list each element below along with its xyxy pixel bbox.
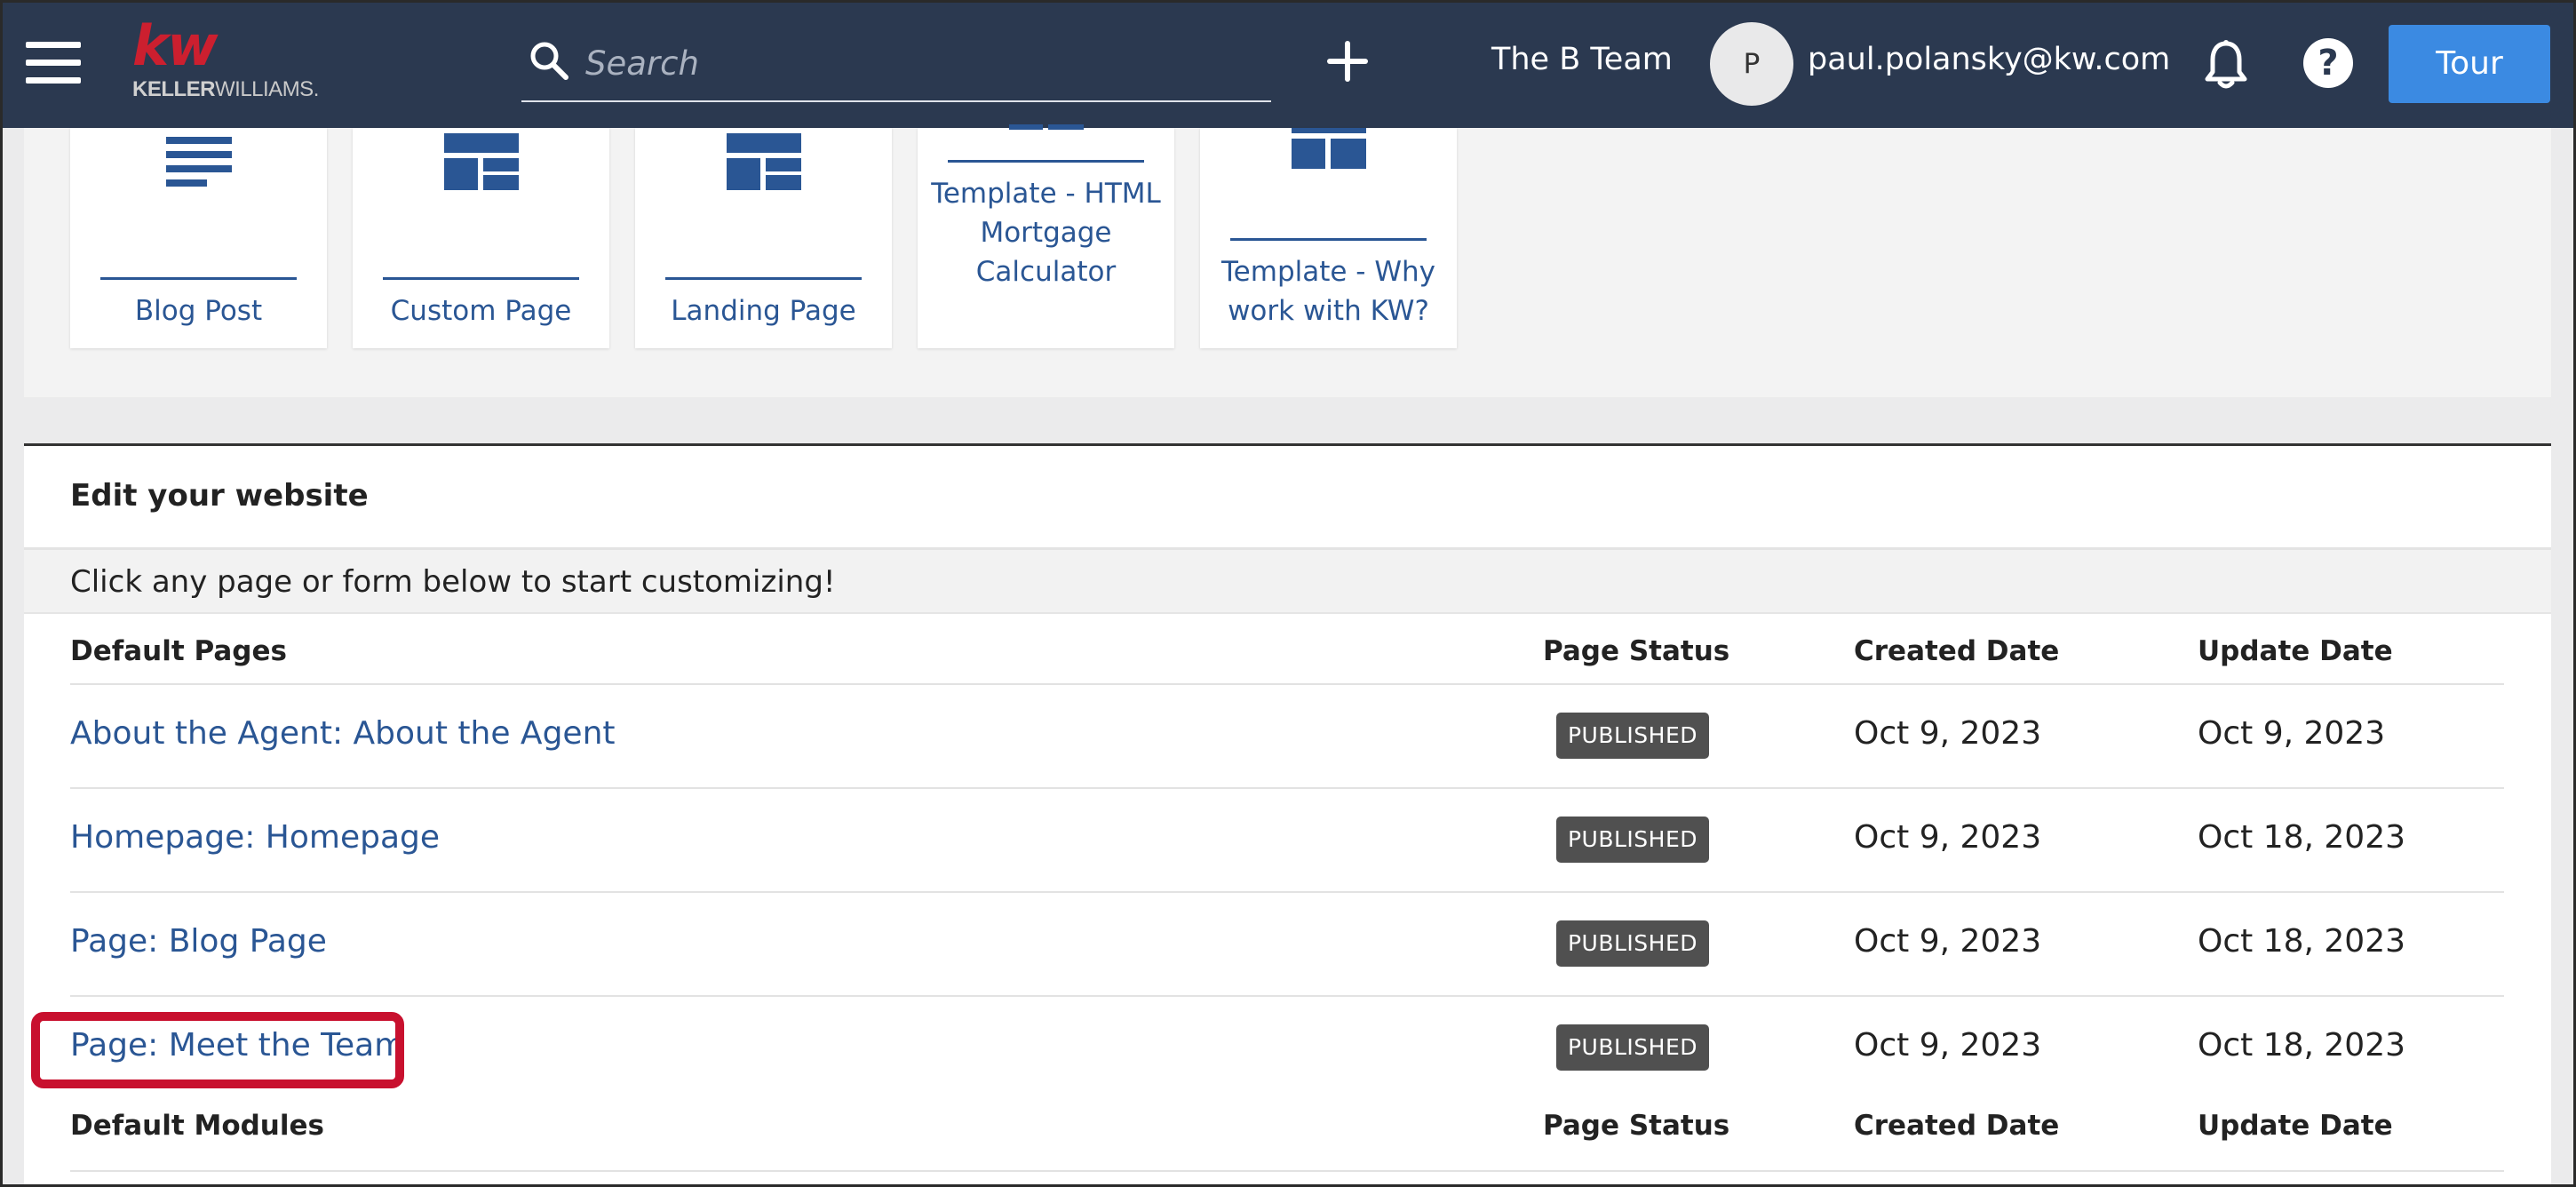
logo-wordmark: KELLERWILLIAMS.	[132, 77, 319, 101]
created-date: Oct 9, 2023	[1854, 923, 2042, 960]
updated-date: Oct 18, 2023	[2198, 923, 2405, 960]
page-link[interactable]: About the Agent: About the Agent	[70, 715, 616, 752]
search-bar	[521, 35, 1271, 102]
template-label: Template - Why work with KW?	[1221, 256, 1435, 327]
templates-panel: Blog Post Custom Page Landing Page Templ…	[24, 124, 2551, 397]
column-header-status[interactable]: Page Status	[1543, 635, 1729, 667]
card-divider	[1230, 238, 1427, 241]
column-header-created[interactable]: Created Date	[1854, 635, 2059, 667]
table-row[interactable]: About the Agent: About the Agent PUBLISH…	[70, 685, 2504, 789]
pages-table-header: Default Pages Page Status Created Date U…	[70, 614, 2504, 685]
template-label: Blog Post	[134, 295, 263, 327]
template-card-why-work-with-kw[interactable]: Template - Why work with KW?	[1200, 128, 1457, 348]
user-email[interactable]: paul.polansky@kw.com	[1808, 42, 2170, 77]
status-badge: PUBLISHED	[1556, 920, 1709, 967]
created-date: Oct 9, 2023	[1854, 715, 2042, 752]
team-switcher[interactable]: The B Team	[1491, 42, 1673, 77]
template-card-custom-page[interactable]: Custom Page	[353, 128, 609, 348]
instruction-banner: Click any page or form below to start cu…	[24, 550, 2551, 614]
column-header-status[interactable]: Page Status	[1543, 1110, 1729, 1142]
card-divider	[100, 277, 297, 280]
help-icon[interactable]: ?	[2303, 38, 2353, 88]
updated-date: Oct 18, 2023	[2198, 819, 2405, 856]
template-label: Custom Page	[390, 295, 572, 327]
table-row[interactable]: Page: Blog Page PUBLISHED Oct 9, 2023 Oc…	[70, 893, 2504, 997]
modules-table-header: Default Modules Page Status Created Date…	[70, 1101, 2504, 1172]
layout-grid-icon	[1291, 128, 1366, 169]
layout-grid-icon	[726, 133, 801, 190]
created-date: Oct 9, 2023	[1854, 819, 2042, 856]
page-link[interactable]: Page: Blog Page	[70, 923, 327, 960]
updated-date: Oct 9, 2023	[2198, 715, 2386, 752]
status-badge: PUBLISHED	[1556, 713, 1709, 759]
app-frame: kw KELLERWILLIAMS. The B Team P paul.pol…	[0, 0, 2576, 1187]
column-header-updated[interactable]: Update Date	[2198, 635, 2393, 667]
template-card-blog-post[interactable]: Blog Post	[70, 128, 327, 348]
template-card-mortgage-calculator[interactable]: Template - HTML Mortgage Calculator	[918, 124, 1174, 348]
avatar[interactable]: P	[1710, 22, 1793, 106]
card-divider	[665, 277, 862, 280]
column-header-name: Default Modules	[70, 1110, 324, 1142]
template-label: Template - HTML Mortgage Calculator	[931, 178, 1161, 288]
top-navigation-bar: kw KELLERWILLIAMS. The B Team P paul.pol…	[3, 3, 2573, 128]
layout-grid-icon	[443, 133, 519, 190]
template-card-landing-page[interactable]: Landing Page	[635, 128, 892, 348]
layout-grid-icon	[1008, 124, 1084, 130]
updated-date: Oct 18, 2023	[2198, 1027, 2405, 1064]
notifications-bell-icon[interactable]	[2200, 38, 2252, 92]
search-icon[interactable]	[527, 38, 571, 83]
instruction-text: Click any page or form below to start cu…	[70, 564, 836, 600]
callout-highlight	[31, 1012, 404, 1088]
table-row[interactable]: Homepage: Homepage PUBLISHED Oct 9, 2023…	[70, 789, 2504, 893]
page-link[interactable]: Homepage: Homepage	[70, 819, 440, 856]
blog-post-icon	[165, 137, 232, 187]
column-header-updated[interactable]: Update Date	[2198, 1110, 2393, 1142]
card-divider	[383, 277, 579, 280]
tour-button[interactable]: Tour	[2389, 25, 2550, 103]
keller-williams-logo[interactable]: kw KELLERWILLIAMS.	[132, 19, 337, 112]
search-input[interactable]	[585, 40, 1260, 86]
status-badge: PUBLISHED	[1556, 817, 1709, 863]
panel-title: Edit your website	[70, 478, 369, 514]
status-badge: PUBLISHED	[1556, 1024, 1709, 1071]
column-header-name: Default Pages	[70, 635, 287, 667]
hamburger-menu-icon[interactable]	[26, 42, 81, 84]
template-label: Landing Page	[671, 295, 856, 327]
add-icon[interactable]	[1321, 35, 1374, 88]
created-date: Oct 9, 2023	[1854, 1027, 2042, 1064]
logo-mark: kw	[132, 13, 219, 78]
column-header-created[interactable]: Created Date	[1854, 1110, 2059, 1142]
table-row[interactable]: Page: Meet the Team PUBLISHED Oct 9, 202…	[70, 997, 2504, 1101]
card-divider	[948, 160, 1144, 163]
